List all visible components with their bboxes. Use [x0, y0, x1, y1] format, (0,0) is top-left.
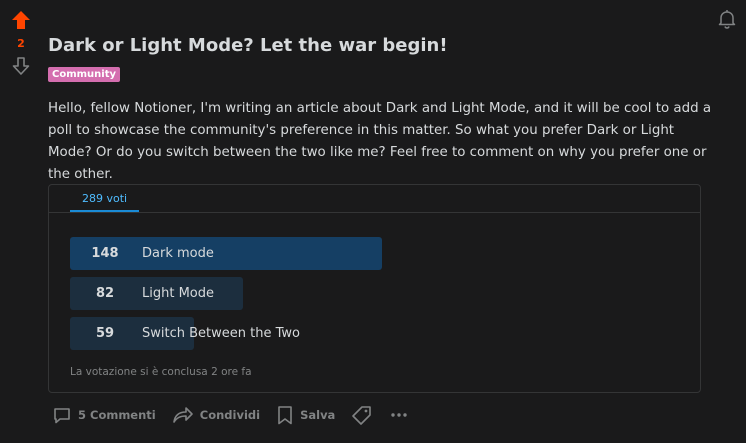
vote-column: 2	[8, 8, 34, 78]
poll-option-label: Light Mode	[142, 286, 214, 301]
post-body: Hello, fellow Notioner, I'm writing an a…	[48, 101, 712, 182]
poll-option: 148 Dark mode	[70, 237, 510, 270]
poll-option: 82 Light Mode	[70, 277, 510, 310]
post-card: 2 Dark or Light Mode? Let the war begin!…	[0, 0, 746, 443]
bell-icon	[718, 10, 736, 29]
poll-header: 289 voti	[49, 185, 700, 213]
bookmark-icon	[278, 406, 292, 425]
share-arrow-icon	[172, 407, 193, 423]
post-title[interactable]: Dark or Light Mode? Let the war begin!	[48, 34, 448, 58]
upvote-arrow-icon	[12, 11, 30, 29]
poll-option-count: 59	[95, 326, 115, 341]
poll-option: 59 Switch Between the Two	[70, 317, 510, 350]
poll-closed-status: La votazione si è conclusa 2 ore fa	[70, 366, 252, 378]
downvote-arrow-icon	[12, 57, 30, 75]
comments-button[interactable]: 5 Commenti	[48, 402, 160, 428]
post-flair[interactable]: Community	[48, 67, 121, 82]
share-button[interactable]: Condividi	[168, 402, 264, 428]
post-actions: 5 Commenti Condividi Salva	[48, 402, 421, 428]
poll-option-label: Dark mode	[142, 246, 214, 261]
poll-container: 289 voti 148 Dark mode 82 Light Mode 59 …	[48, 184, 701, 393]
poll-option-label: Switch Between the Two	[142, 326, 300, 341]
downvote-button[interactable]	[9, 54, 33, 78]
poll-votes-tab[interactable]: 289 voti	[70, 185, 140, 212]
share-label: Condividi	[199, 408, 261, 422]
comments-label: 5 Commenti	[78, 408, 156, 422]
save-label: Salva	[300, 408, 336, 422]
more-options-button[interactable]	[385, 402, 413, 428]
vote-score: 2	[17, 37, 25, 50]
poll-options: 148 Dark mode 82 Light Mode 59 Switch Be…	[70, 237, 510, 357]
tag-button[interactable]	[347, 402, 377, 428]
tag-icon	[352, 406, 372, 425]
poll-option-count: 82	[95, 286, 115, 301]
notification-bell-button[interactable]	[716, 8, 738, 30]
save-button[interactable]: Salva	[272, 402, 339, 428]
comment-icon	[54, 408, 70, 424]
upvote-button[interactable]	[9, 8, 33, 32]
more-dots-icon	[391, 413, 408, 417]
poll-option-count: 148	[91, 246, 119, 261]
